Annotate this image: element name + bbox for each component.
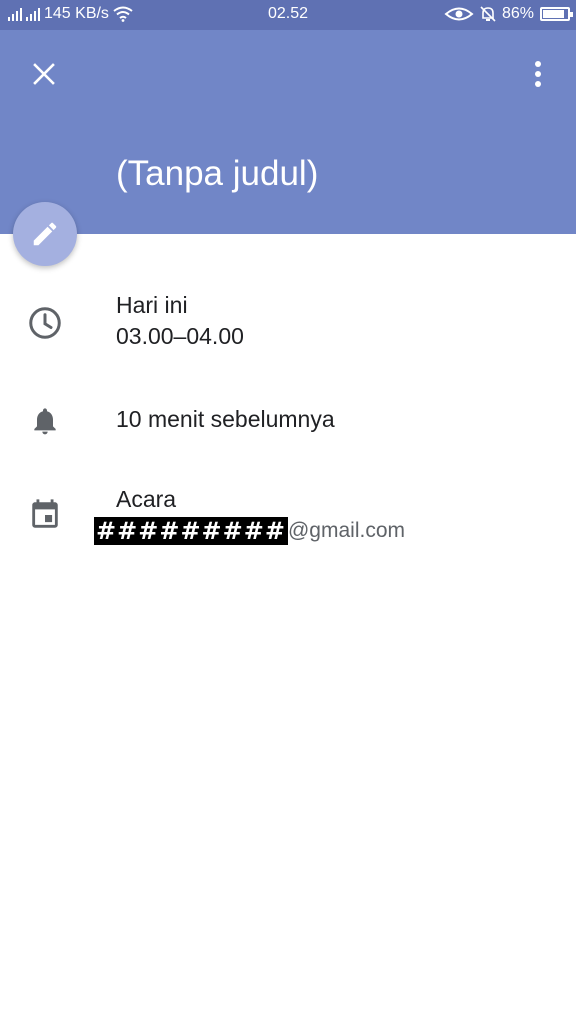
event-header: (Tanpa judul) bbox=[0, 30, 576, 234]
more-vert-icon bbox=[535, 61, 541, 87]
edit-button[interactable] bbox=[13, 202, 77, 266]
event-time-range: 03.00–04.00 bbox=[116, 323, 244, 349]
clock-icon bbox=[26, 304, 64, 342]
close-button[interactable] bbox=[20, 50, 68, 98]
battery-percent: 86% bbox=[501, 5, 534, 22]
event-date: Hari ini bbox=[116, 292, 188, 318]
calendar-icon bbox=[26, 496, 64, 534]
edit-icon bbox=[33, 222, 57, 246]
status-right: 86% bbox=[444, 5, 573, 23]
event-title: (Tanpa judul) bbox=[116, 154, 319, 193]
redacted-account: ######### bbox=[94, 516, 288, 545]
calendar-name: Acara bbox=[116, 486, 177, 512]
battery-icon bbox=[540, 7, 573, 21]
email-domain: @gmail.com bbox=[287, 519, 405, 542]
notification-text: 10 menit sebelumnya bbox=[116, 406, 335, 432]
bell-icon bbox=[26, 402, 64, 440]
calendar-text: Acara ######### @gmail.com bbox=[94, 484, 405, 546]
account-email: ######### @gmail.com bbox=[94, 515, 405, 546]
time-text: Hari ini 03.00–04.00 bbox=[116, 290, 244, 352]
eye-icon bbox=[444, 7, 474, 21]
battery-fill bbox=[543, 10, 564, 18]
bell-off-icon bbox=[480, 6, 496, 22]
close-icon bbox=[33, 63, 55, 85]
status-bar: 145 KB/s 02.52 86% bbox=[0, 0, 576, 30]
more-options-button[interactable] bbox=[514, 50, 562, 98]
